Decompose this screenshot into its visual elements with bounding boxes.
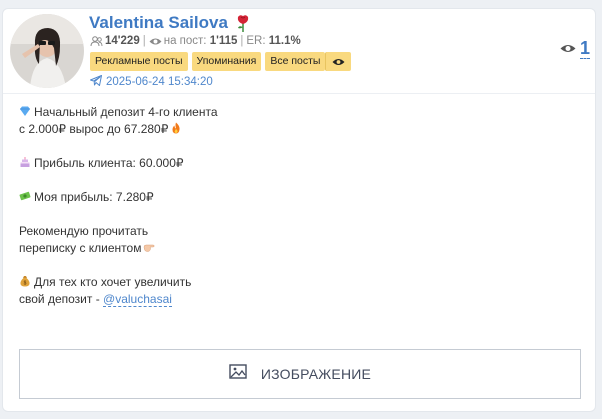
rose-icon xyxy=(236,14,250,32)
text-line: свой депозит - @valuchasai xyxy=(19,291,579,308)
subscriber-count: 14'229 xyxy=(105,35,140,47)
all-posts-group: Все посты xyxy=(265,52,352,71)
text-line: с 2.000₽ вырос до 67.280₽ xyxy=(19,121,579,138)
separator: | xyxy=(142,35,146,47)
image-icon xyxy=(229,364,247,384)
diamond-icon xyxy=(19,105,31,117)
paragraph: Прибыль клиента: 60.000₽ xyxy=(19,155,579,172)
my-profit: Моя прибыль: 7.280₽ xyxy=(34,190,154,204)
money-bag-icon: $ xyxy=(19,275,31,287)
fire-icon xyxy=(170,122,182,134)
mentions-button[interactable]: Упоминания xyxy=(191,52,262,71)
post-views: 1 xyxy=(560,38,590,59)
eye-icon xyxy=(560,45,576,52)
cake-icon xyxy=(19,156,31,168)
post-date: 2025-06-24 15:34:20 xyxy=(106,76,213,88)
money-icon xyxy=(19,190,31,202)
post-text: Начальный депозит 4-го клиента с 2.000₽ … xyxy=(19,104,579,325)
separator: | xyxy=(240,35,244,47)
channel-stats: 14'229 | на пост: 1'115 | ER: 11.1% xyxy=(90,33,301,49)
deposit-line-2: с 2.000₽ вырос до 67.280₽ xyxy=(19,122,169,136)
ad-posts-button[interactable]: Рекламные посты xyxy=(90,52,188,71)
reach-label: на пост: xyxy=(163,35,207,47)
post-card: Valentina Sailova 14'229 | на пост: 1'11… xyxy=(2,8,596,412)
reach-value: 1'115 xyxy=(209,35,238,47)
channel-title-row: Valentina Sailova xyxy=(89,12,250,34)
post-header: Valentina Sailova 14'229 | на пост: 1'11… xyxy=(3,9,595,94)
svg-text:$: $ xyxy=(24,281,27,287)
recommend-line-1: Рекомендую прочитать xyxy=(19,224,149,238)
deposit-cta-line-2: свой депозит - xyxy=(19,292,104,306)
paragraph: $ Для тех кто хочет увеличить свой депози… xyxy=(19,274,579,308)
eye-icon xyxy=(149,36,162,47)
deposit-line-1: Начальный депозит 4-го клиента xyxy=(34,105,218,119)
paragraph: Моя прибыль: 7.280₽ xyxy=(19,189,579,206)
deposit-cta-line-1: Для тех кто хочет увеличить xyxy=(34,275,192,289)
text-line: переписку с клиентом xyxy=(19,240,579,257)
mention-link[interactable]: @valuchasai xyxy=(103,292,172,307)
er-label: ER: xyxy=(246,35,266,47)
client-profit: Прибыль клиента: 60.000₽ xyxy=(34,156,184,170)
channel-name[interactable]: Valentina Sailova xyxy=(89,13,228,33)
paragraph: Рекомендую прочитать переписку с клиенто… xyxy=(19,223,579,257)
avatar[interactable] xyxy=(10,14,84,88)
image-label: ИЗОБРАЖЕНИЕ xyxy=(260,366,372,382)
eye-icon[interactable] xyxy=(325,52,352,71)
views-count[interactable]: 1 xyxy=(579,38,590,59)
text-line: Начальный депозит 4-го клиента xyxy=(19,104,579,121)
er-value: 11.1% xyxy=(268,35,301,47)
post-date-row[interactable]: 2025-06-24 15:34:20 xyxy=(90,75,213,89)
text-line: $ Для тех кто хочет увеличить xyxy=(19,274,579,291)
image-attachment[interactable]: ИЗОБРАЖЕНИЕ xyxy=(19,349,581,399)
text-line: Рекомендую прочитать xyxy=(19,223,579,240)
text-line: Моя прибыль: 7.280₽ xyxy=(19,189,579,206)
post-filter-buttons: Рекламные посты Упоминания Все посты xyxy=(90,52,352,71)
pointing-hand-icon xyxy=(143,241,155,253)
paragraph: Начальный депозит 4-го клиента с 2.000₽ … xyxy=(19,104,579,138)
text-line: Прибыль клиента: 60.000₽ xyxy=(19,155,579,172)
recommend-line-2: переписку с клиентом xyxy=(19,241,142,255)
all-posts-button[interactable]: Все посты xyxy=(265,52,326,71)
telegram-icon xyxy=(90,75,102,89)
people-icon xyxy=(90,35,103,47)
